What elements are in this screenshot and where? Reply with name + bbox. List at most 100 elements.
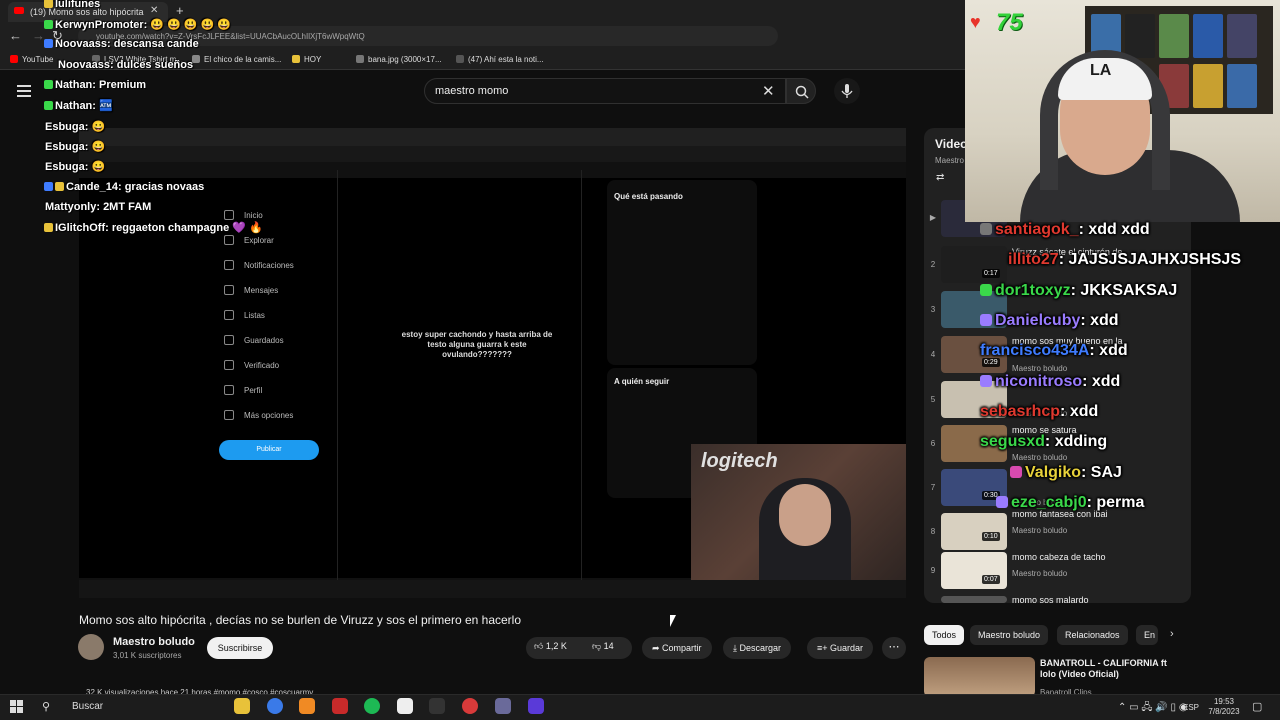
- chat-message: Esbuga: 😀: [45, 161, 106, 173]
- youtube-icon: [10, 55, 18, 63]
- chat-message: eze_cabj0: perma: [996, 494, 1144, 512]
- bookmark-bana[interactable]: bana.jpg (3000×17...: [356, 55, 442, 64]
- badge-icon: [996, 496, 1008, 508]
- clock[interactable]: 19:53 7/8/2023: [1200, 697, 1248, 717]
- vlc-icon[interactable]: [299, 698, 315, 714]
- badge-icon: [1010, 466, 1022, 478]
- recommended-title[interactable]: BANATROLL - CALIFORNIA ft lolo (Video Of…: [1040, 658, 1180, 680]
- inner-nav-item: Explorar: [244, 236, 274, 245]
- input-language[interactable]: ESP: [1183, 703, 1199, 712]
- youtube-favicon-icon: [14, 7, 24, 14]
- inner-follow-title: A quién seguir: [614, 377, 670, 386]
- chrome-icon[interactable]: [267, 698, 283, 714]
- capcut-icon[interactable]: [429, 698, 445, 714]
- playlist-index: 5: [930, 395, 936, 404]
- bookmark-chico[interactable]: El chico de la camis...: [192, 55, 281, 64]
- badge-icon: [44, 223, 53, 232]
- channel-avatar[interactable]: [78, 634, 104, 660]
- dislike-button[interactable]: 👎︎ 14: [592, 641, 614, 652]
- chip-maestro-boludo[interactable]: Maestro boludo: [970, 625, 1049, 645]
- chat-message: illito27: JAJSJSJAJHXJSHSJS: [1008, 251, 1241, 268]
- voice-search-button[interactable]: [834, 78, 860, 104]
- obs-icon[interactable]: [462, 698, 478, 714]
- bookmark-hoy[interactable]: HOY: [292, 55, 321, 64]
- explore-icon: [224, 235, 234, 245]
- windows-start-icon[interactable]: [10, 700, 23, 713]
- save-button[interactable]: ≡+ Guardar: [807, 637, 874, 659]
- inner-trends-panel: [607, 180, 757, 365]
- like-button[interactable]: 👍︎ 1,2 K: [534, 641, 567, 652]
- chat-message: francisco434A: xdd: [980, 342, 1128, 359]
- badge-icon: [44, 0, 53, 8]
- back-arrow-icon[interactable]: ←: [9, 28, 22, 43]
- hamburger-menu-icon[interactable]: [17, 85, 31, 100]
- subscribe-button[interactable]: Suscribirse: [207, 637, 273, 659]
- loop-icon[interactable]: ⇄: [936, 172, 944, 183]
- search-input[interactable]: maestro momo: [424, 78, 786, 104]
- playlist-index: 7: [930, 483, 936, 492]
- channel-name[interactable]: Maestro boludo: [113, 636, 195, 648]
- logitech-logo: logitech: [701, 450, 778, 472]
- inner-nav-item: Más opciones: [244, 411, 294, 420]
- bookmark-noticia[interactable]: (47) Ahí esta la noti...: [456, 55, 544, 64]
- close-tab-icon[interactable]: ✕: [150, 5, 158, 16]
- playlist-thumbnail[interactable]: [941, 596, 1007, 603]
- video-duration: 0:17: [982, 269, 1000, 278]
- verified-icon: [224, 360, 234, 370]
- game-box: [1125, 14, 1155, 58]
- thumbs-down-icon: 👎︎: [592, 641, 604, 651]
- chat-message: Mattyonly: 2MT FAM: [45, 201, 152, 213]
- bookmark-youtube[interactable]: YouTube: [10, 55, 53, 64]
- video-title: Momo sos alto hipócrita , decías no se b…: [79, 613, 521, 627]
- new-tab-icon[interactable]: +: [176, 3, 184, 18]
- inner-nav-item: Mensajes: [244, 286, 279, 295]
- globe-icon: [356, 55, 364, 63]
- inner-nav-item: Notificaciones: [244, 261, 294, 270]
- taskbar-search[interactable]: Buscar: [40, 696, 220, 718]
- recommended-thumbnail[interactable]: [924, 657, 1035, 697]
- microphone-icon: [841, 84, 853, 98]
- share-button[interactable]: ➦ Compartir: [642, 637, 712, 659]
- app-icon[interactable]: [495, 698, 511, 714]
- clear-search-icon[interactable]: ✕: [762, 82, 775, 100]
- video-duration: 0:10: [982, 532, 1000, 541]
- badge-icon: [980, 284, 992, 296]
- inner-nav-item: Inicio: [244, 211, 263, 220]
- download-button[interactable]: ⤓ Descargar: [723, 637, 791, 659]
- more-options-icon: [224, 410, 234, 420]
- chat-message: Valgiko: SAJ: [1010, 464, 1122, 482]
- playlist-video-title[interactable]: momo cabeza de tacho: [1012, 552, 1106, 562]
- playlist-index: 8: [930, 527, 936, 536]
- playlist-index: 6: [930, 439, 936, 448]
- app-icon[interactable]: [528, 698, 544, 714]
- chip-relacionados[interactable]: Relacionados: [1057, 625, 1128, 645]
- playlist-index: 3: [930, 305, 936, 314]
- la-logo: LA: [1090, 62, 1112, 79]
- more-actions-icon[interactable]: ⋯: [882, 637, 906, 659]
- notification-icon[interactable]: ▢: [1252, 700, 1262, 713]
- chat-message: Danielcuby: xdd: [980, 312, 1119, 330]
- app-icon[interactable]: [332, 698, 348, 714]
- chat-message: lulifunes: [44, 0, 100, 10]
- folder-icon: [292, 55, 300, 63]
- subscriber-count: 3,01 K suscriptores: [113, 651, 182, 660]
- app-icon[interactable]: [397, 698, 413, 714]
- home-icon: [224, 210, 234, 220]
- video-player[interactable]: Inicio Explorar Notificaciones Mensajes …: [79, 128, 906, 598]
- chip-en[interactable]: En: [1136, 625, 1158, 645]
- game-box: [1227, 14, 1257, 58]
- chevron-right-icon[interactable]: ›: [1170, 628, 1174, 640]
- chat-message: Esbuga: 😀: [45, 121, 106, 133]
- chat-message: santiagok_: xdd xdd: [980, 221, 1150, 239]
- chip-todos[interactable]: Todos: [924, 625, 965, 645]
- spotify-icon[interactable]: [364, 698, 380, 714]
- system-tray-icons[interactable]: ⌃ ▭ 🖧 🔊 ▯ ◉: [1118, 700, 1188, 717]
- chat-message: Nathan: Premium: [44, 79, 146, 91]
- chat-message: dor1toxyz: JKKSAKSAJ: [980, 282, 1177, 300]
- file-explorer-icon[interactable]: [234, 698, 250, 714]
- chat-message: sebasrhcp: xdd: [980, 403, 1099, 420]
- search-button[interactable]: [786, 78, 816, 104]
- profile-icon: [224, 385, 234, 395]
- playlist-video-title[interactable]: momo sos malardo: [1012, 595, 1089, 605]
- chat-message: Nathan: 🏧: [44, 99, 113, 112]
